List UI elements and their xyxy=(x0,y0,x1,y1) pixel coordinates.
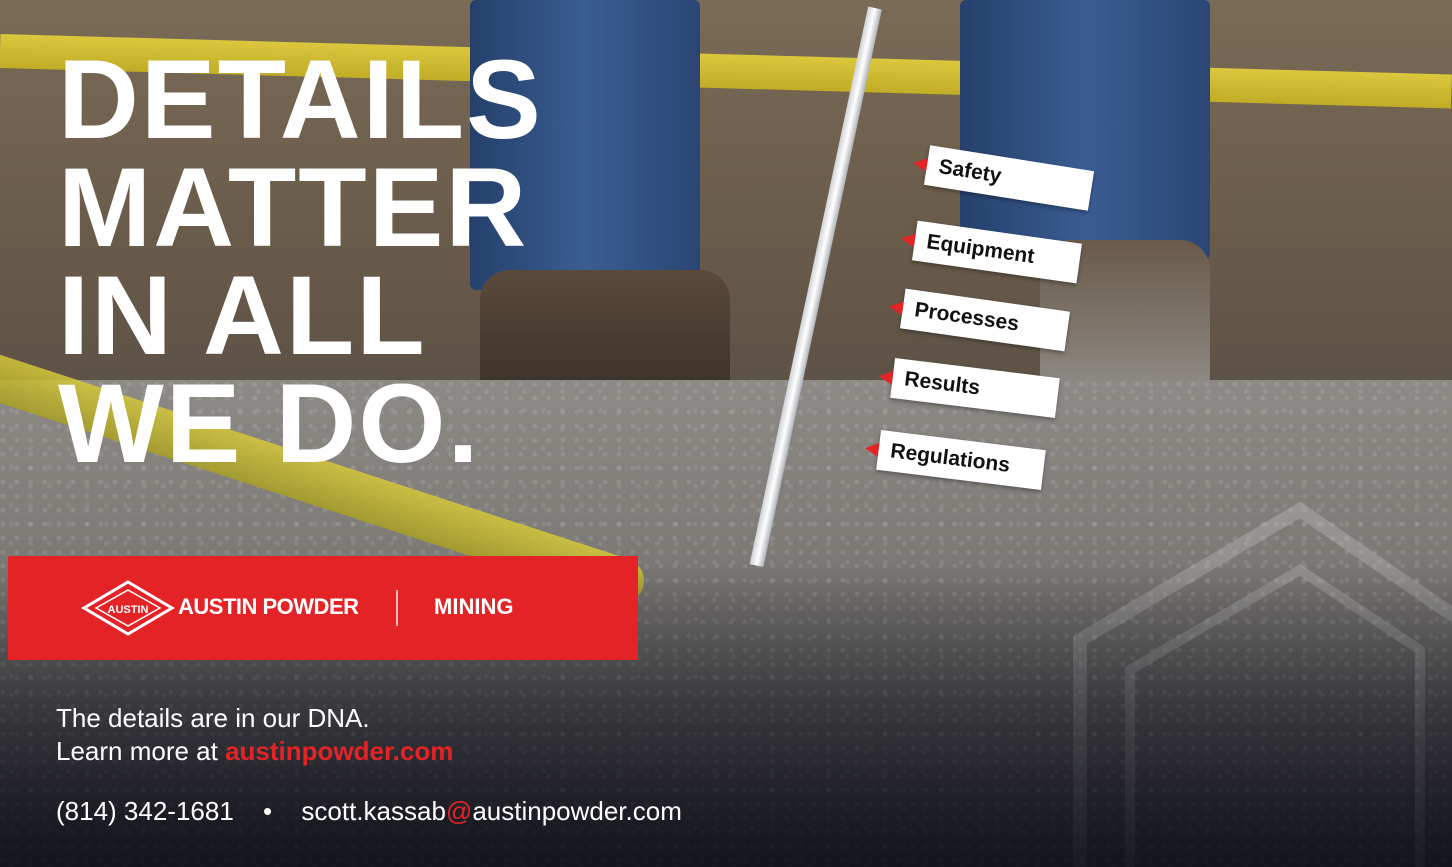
email-address[interactable]: scott.kassab@austinpowder.com xyxy=(301,796,681,826)
brand-name: AUSTIN POWDER xyxy=(178,594,359,619)
brand-division: MINING xyxy=(434,594,514,619)
contact-separator: • xyxy=(263,796,273,826)
website-link[interactable]: austinpowder.com xyxy=(225,736,453,766)
austin-powder-logo-icon: AUSTIN xyxy=(81,580,175,636)
tagline: The details are in our DNA. Learn more a… xyxy=(56,702,453,768)
headline-line: DETAILS xyxy=(58,37,543,162)
brand-bar: AUSTIN AUSTIN POWDER MINING xyxy=(8,556,638,660)
headline: DETAILS MATTER IN ALL WE DO. xyxy=(58,37,543,486)
phone-number[interactable]: (814) 342-1681 xyxy=(56,796,234,826)
headline-line: MATTER xyxy=(58,145,529,270)
advertisement: DETAILS MATTER IN ALL WE DO. Safety Equi… xyxy=(0,0,1452,867)
tagline-line2: Learn more at austinpowder.com xyxy=(56,735,453,768)
tagline-line1: The details are in our DNA. xyxy=(56,703,370,733)
contact-line: (814) 342-1681 • scott.kassab@austinpowd… xyxy=(56,796,682,827)
headline-line: IN ALL xyxy=(58,253,427,378)
brand-divider xyxy=(396,590,398,626)
svg-text:AUSTIN: AUSTIN xyxy=(108,604,149,616)
headline-line: WE DO. xyxy=(58,361,481,486)
worker-leg-right xyxy=(960,0,1210,260)
tagline-prefix: Learn more at xyxy=(56,736,226,766)
